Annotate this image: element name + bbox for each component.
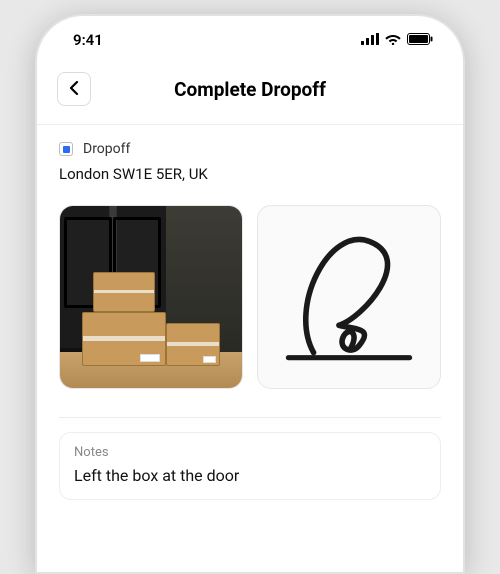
package-at-door-icon	[60, 206, 242, 388]
notes-label: Notes	[74, 445, 426, 460]
cellular-icon	[361, 31, 379, 49]
wifi-icon	[385, 31, 401, 49]
content: Dropoff London SW1E 5ER, UK	[37, 125, 463, 500]
attachments-row	[59, 205, 441, 389]
checkbox-mark-icon	[63, 146, 70, 153]
chevron-left-icon	[69, 80, 79, 99]
delivery-photo[interactable]	[59, 205, 243, 389]
task-checkbox[interactable]	[59, 142, 73, 156]
task-address: London SW1E 5ER, UK	[59, 165, 441, 183]
back-button[interactable]	[57, 72, 91, 106]
phone-frame: 9:41 Complete Dropoff Dropoff	[35, 14, 465, 574]
notes-field[interactable]: Notes Left the box at the door	[59, 432, 441, 500]
status-time: 9:41	[73, 31, 103, 49]
task-type-row: Dropoff	[59, 141, 441, 157]
section-divider	[59, 417, 441, 418]
battery-icon	[407, 31, 433, 49]
status-indicators	[361, 31, 433, 49]
task-type-label: Dropoff	[83, 141, 130, 157]
header: Complete Dropoff	[37, 64, 463, 124]
signature-pad[interactable]	[257, 205, 441, 389]
notes-value: Left the box at the door	[74, 466, 426, 485]
status-bar: 9:41	[37, 16, 463, 64]
signature-icon	[258, 206, 440, 388]
page-title: Complete Dropoff	[37, 78, 463, 101]
